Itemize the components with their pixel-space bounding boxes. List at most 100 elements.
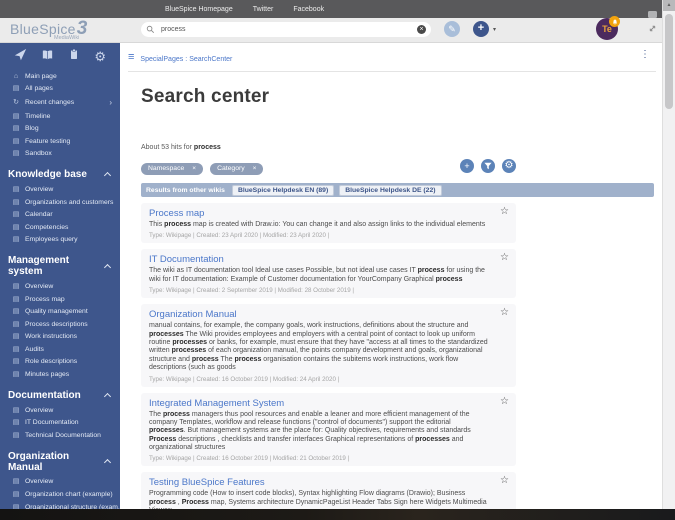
sidebar-item-organization-chart-example[interactable]: ▤ Organization chart (example): [0, 488, 120, 501]
page-icon: ▤: [12, 137, 20, 145]
gear-icon[interactable]: ⚙: [94, 49, 106, 65]
sidebar-toolbar: ⚙: [0, 42, 120, 70]
filter-button[interactable]: [481, 159, 495, 173]
sidebar-item-label: Recent changes: [25, 98, 75, 106]
result-title-link[interactable]: Integrated Management System: [149, 398, 488, 409]
filter-pill-category[interactable]: Category ×: [210, 162, 264, 175]
filter-pill-namespace[interactable]: Namespace ×: [141, 162, 204, 175]
notification-badge[interactable]: [609, 16, 620, 27]
sidebar-item-label: Process map: [25, 295, 65, 303]
sidebar-item-label: Timeline: [25, 112, 51, 120]
top-link-bluespice-homepage[interactable]: BlueSpice Homepage: [165, 6, 233, 13]
bell-icon: [612, 19, 617, 25]
edit-button[interactable]: ✎: [444, 21, 460, 37]
result-snippet: manual contains, for example, the compan…: [149, 322, 488, 372]
result-title-link[interactable]: Process map: [149, 208, 488, 219]
sidebar-section-organization-manual[interactable]: Organization Manual: [0, 451, 120, 473]
bottom-bar: [0, 509, 675, 520]
sidebar-item-it-documentation[interactable]: ▤ IT Documentation: [0, 416, 120, 429]
sidebar-item-organizations-and-customers[interactable]: ▤ Organizations and customers: [0, 196, 120, 209]
bluespice-logo[interactable]: BlueSpice3 MediaWiki: [10, 18, 88, 41]
sidebar-item-all-pages[interactable]: ▤ All pages: [0, 83, 120, 96]
sidebar-item-employees-query[interactable]: ▤ Employees query: [0, 234, 120, 247]
top-link-twitter[interactable]: Twitter: [253, 6, 274, 13]
sidebar-item-competencies[interactable]: ▤ Competencies: [0, 221, 120, 234]
breadcrumb-link-specialpages[interactable]: SpecialPages: [140, 56, 183, 63]
book-icon[interactable]: [41, 49, 54, 65]
screen-capture-icon[interactable]: [646, 11, 658, 38]
sidebar-item-minutes-pages[interactable]: ▤ Minutes pages: [0, 368, 120, 381]
sidebar-item-process-map[interactable]: ▤ Process map: [0, 293, 120, 306]
top-link-facebook[interactable]: Facebook: [293, 6, 324, 13]
star-icon[interactable]: ☆: [500, 207, 509, 217]
chevron-down-icon[interactable]: ▾: [493, 26, 496, 33]
search-result: Testing BlueSpice Features Programming co…: [141, 472, 516, 509]
global-search[interactable]: ×: [141, 22, 431, 37]
sidebar-item-calendar[interactable]: ▤ Calendar: [0, 208, 120, 221]
result-title-link[interactable]: Testing BlueSpice Features: [149, 477, 488, 488]
page-icon: ▤: [12, 150, 20, 158]
paper-plane-icon[interactable]: [14, 48, 27, 65]
star-icon[interactable]: ☆: [500, 476, 509, 486]
sidebar-item-overview[interactable]: ▤ Overview: [0, 183, 120, 196]
scrollbar[interactable]: ▲: [662, 0, 675, 509]
other-wiki-button-bluespice-helpdesk-de-22[interactable]: BlueSpice Helpdesk DE (22): [339, 184, 442, 196]
sidebar-item-overview[interactable]: ▤ Overview: [0, 476, 120, 489]
sidebar-item-organizational-structure-exam[interactable]: ▤ Organizational structure (exam...: [0, 501, 120, 509]
sidebar-item-recent-changes[interactable]: ↻ Recent changes ›: [0, 95, 120, 110]
page-icon: ▤: [12, 236, 20, 244]
sidebar-item-main-page[interactable]: ⌂ Main page: [0, 70, 120, 83]
sidebar-item-audits[interactable]: ▤ Audits: [0, 343, 120, 356]
clear-search-icon[interactable]: ×: [417, 25, 426, 34]
sidebar-section-knowledge-base[interactable]: Knowledge base: [0, 169, 120, 180]
result-meta: Type: Wikipage | Created: 23 April 2020 …: [149, 232, 330, 240]
search-input[interactable]: [159, 25, 417, 34]
page-icon: ▤: [12, 223, 20, 231]
sidebar-item-quality-management[interactable]: ▤ Quality management: [0, 305, 120, 318]
sidebar-item-overview[interactable]: ▤ Overview: [0, 280, 120, 293]
add-button[interactable]: +: [460, 159, 474, 173]
clock-icon: ↻: [13, 98, 19, 106]
sidebar-item-process-descriptions[interactable]: ▤ Process descriptions: [0, 318, 120, 331]
pill-label: Category: [217, 165, 245, 172]
search-result: Integrated Management System The process …: [141, 392, 516, 467]
page-icon: ▤: [12, 198, 20, 206]
sidebar-item-technical-documentation[interactable]: ▤ Technical Documentation: [0, 429, 120, 442]
breadcrumb-link-searchcenter[interactable]: SearchCenter: [189, 56, 232, 63]
chevron-up-icon: [104, 263, 112, 271]
hits-summary: About 53 hits for process: [141, 144, 221, 151]
page-icon: ▤: [12, 125, 20, 133]
remove-filter-icon[interactable]: ×: [253, 165, 257, 172]
remove-filter-icon[interactable]: ×: [192, 165, 196, 172]
sidebar-section-documentation[interactable]: Documentation: [0, 390, 120, 401]
sidebar-item-timeline[interactable]: ▤ Timeline: [0, 110, 120, 123]
settings-button[interactable]: ⚙: [502, 159, 516, 173]
star-icon[interactable]: ☆: [500, 396, 509, 407]
sidebar-item-overview[interactable]: ▤ Overview: [0, 404, 120, 417]
sidebar-item-work-instructions[interactable]: ▤ Work instructions: [0, 331, 120, 344]
page-icon: ▤: [12, 419, 20, 427]
section-title: Documentation: [8, 389, 81, 401]
clipboard-icon[interactable]: [68, 48, 80, 65]
result-snippet: Programming code (How to insert code blo…: [149, 490, 487, 509]
top-links: BlueSpice Homepage Twitter Facebook: [165, 6, 324, 13]
user-avatar[interactable]: Te: [596, 16, 620, 40]
scrollbar-up-arrow[interactable]: ▲: [663, 0, 675, 11]
new-content-button[interactable]: +: [473, 21, 489, 37]
kebab-menu-icon[interactable]: ⋮: [640, 49, 650, 60]
star-icon[interactable]: ☆: [500, 253, 509, 263]
search-result: Organization Manual manual contains, for …: [141, 304, 516, 387]
star-icon[interactable]: ☆: [500, 308, 509, 318]
result-meta: Type: Wikipage | Created: 2 September 20…: [149, 287, 354, 295]
scrollbar-thumb[interactable]: [665, 14, 673, 109]
menu-icon[interactable]: ≡: [128, 51, 134, 63]
result-title-link[interactable]: IT Documentation: [149, 254, 488, 265]
other-wikis-buttons: BlueSpice Helpdesk EN (89) BlueSpice Help…: [231, 184, 442, 196]
other-wiki-button-bluespice-helpdesk-en-89[interactable]: BlueSpice Helpdesk EN (89): [231, 184, 335, 196]
sidebar-item-feature-testing[interactable]: ▤ Feature testing: [0, 135, 120, 148]
sidebar-item-blog[interactable]: ▤ Blog: [0, 122, 120, 135]
sidebar-section-management-system[interactable]: Management system: [0, 255, 120, 277]
result-title-link[interactable]: Organization Manual: [149, 309, 488, 320]
sidebar-item-sandbox[interactable]: ▤ Sandbox: [0, 148, 120, 161]
sidebar-item-role-descriptions[interactable]: ▤ Role descriptions: [0, 356, 120, 369]
